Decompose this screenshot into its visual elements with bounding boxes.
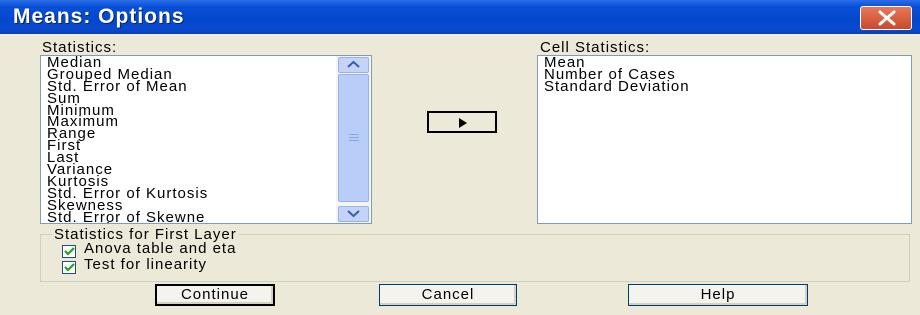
move-right-button[interactable] — [427, 111, 497, 133]
chevron-down-icon — [347, 210, 360, 218]
cancel-button[interactable]: Cancel — [379, 284, 517, 306]
scroll-down-button[interactable] — [338, 206, 369, 222]
chevron-up-icon — [347, 60, 360, 68]
window-title: Means: Options — [13, 5, 185, 28]
statistics-listbox[interactable]: Median Grouped Median Std. Error of Mean Su… — [40, 55, 372, 224]
checkmark-icon — [64, 263, 75, 272]
statistics-items: Median Grouped Median Std. Error of Mean Su… — [47, 56, 208, 223]
scroll-thumb[interactable] — [338, 74, 369, 202]
close-icon — [878, 10, 896, 26]
cell-statistics-label: Cell Statistics: — [540, 39, 651, 56]
list-item[interactable]: Harmonic Mean — [47, 222, 165, 223]
statistics-scrollbar[interactable] — [336, 56, 371, 223]
linearity-label[interactable]: Test for linearity — [84, 256, 207, 273]
statistics-label: Statistics: — [42, 39, 118, 56]
help-button[interactable]: Help — [628, 284, 808, 306]
cell-statistics-items: Mean Number of Cases Standard Deviation — [544, 56, 690, 94]
title-bar[interactable]: Means: Options — [0, 0, 920, 34]
scroll-up-button[interactable] — [338, 57, 369, 73]
cell-statistics-listbox[interactable]: Mean Number of Cases Standard Deviation — [537, 55, 912, 224]
linearity-checkbox[interactable] — [62, 261, 76, 274]
continue-button[interactable]: Continue — [155, 284, 275, 306]
means-options-dialog: Means: Options Statistics: Median Grouped… — [0, 0, 920, 315]
right-arrow-icon — [459, 118, 467, 128]
list-item[interactable]: Standard Deviation — [544, 79, 690, 94]
anova-checkbox[interactable] — [62, 245, 76, 258]
close-button[interactable] — [860, 6, 912, 30]
anova-label[interactable]: Anova table and eta — [84, 240, 236, 257]
checkmark-icon — [64, 247, 75, 256]
